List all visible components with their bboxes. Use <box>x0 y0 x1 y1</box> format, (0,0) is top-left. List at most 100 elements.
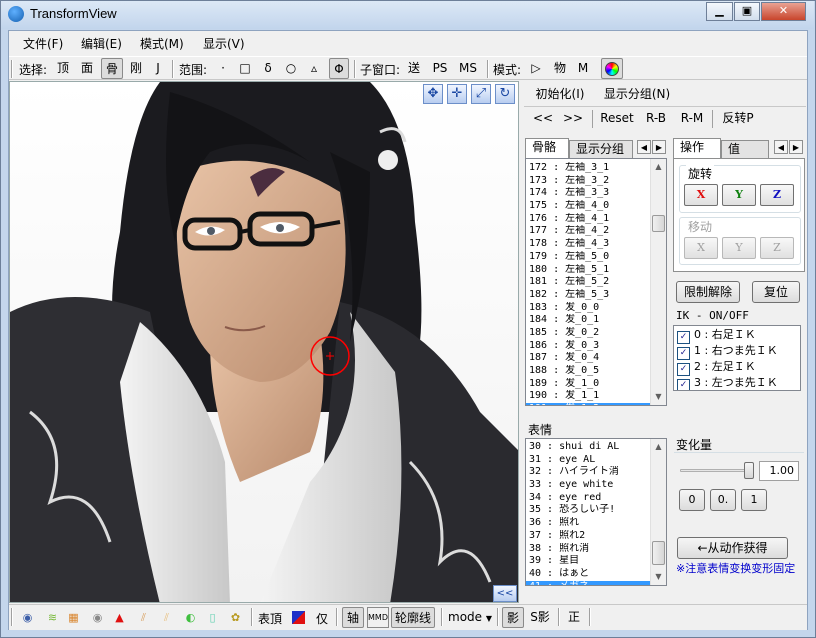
list-item[interactable]: 34 : eye red <box>526 492 650 505</box>
only-toggle[interactable]: 仅 <box>316 610 328 627</box>
expression-list[interactable]: 30 : shui di AL 31 : eye AL 32 : ハイライト消 33 … <box>525 438 667 586</box>
rotate-z-button[interactable]: Z <box>760 184 794 206</box>
list-item[interactable]: 172 : 左袖_3_1 <box>526 162 650 175</box>
menu-mode[interactable]: 模式(M) <box>140 35 184 52</box>
line-icon[interactable]: ⫽ <box>137 611 150 624</box>
list-item[interactable]: 32 : ハイライト消 <box>526 466 650 479</box>
tab-show-group[interactable]: 显示分组 <box>569 140 633 158</box>
select-joint-button[interactable]: J <box>149 58 167 79</box>
range-delta-button[interactable]: δ <box>260 58 276 79</box>
ik-item[interactable]: ✓ 0 : 右足ＩＫ <box>677 327 799 344</box>
next-frame-button[interactable]: >> <box>560 108 586 128</box>
change-amount-input[interactable]: 1.00 <box>759 461 799 481</box>
list-item[interactable]: 38 : 照れ消 <box>526 543 650 556</box>
grass-icon[interactable]: ≋ <box>46 611 59 624</box>
color-mode-icon[interactable] <box>292 611 305 624</box>
point-icon[interactable]: ◉ <box>91 611 104 624</box>
rotate-x-button[interactable]: X <box>684 184 718 206</box>
range-box-button[interactable]: □ <box>237 58 253 79</box>
list-item[interactable]: 179 : 左袖_5_0 <box>526 251 650 264</box>
list-item[interactable]: 31 : eye AL <box>526 454 650 467</box>
list-item[interactable]: 40 : はぁと <box>526 568 650 581</box>
color-wheel-button[interactable] <box>601 58 623 79</box>
invert-button[interactable]: 反转P <box>718 108 758 128</box>
scroll-up-icon[interactable]: ▲ <box>651 439 666 454</box>
scroll-up-icon[interactable]: ▲ <box>651 159 666 174</box>
set-half-button[interactable]: 0. <box>710 489 736 511</box>
range-triangle-button[interactable]: ▵ <box>306 58 322 79</box>
subwindow-ms-button[interactable]: MS <box>456 58 480 79</box>
leaf-icon[interactable]: ✿ <box>229 611 242 624</box>
move-z-button[interactable]: Z <box>760 237 794 259</box>
shadow-toggle[interactable]: 影 <box>502 607 524 628</box>
set-zero-button[interactable]: 0 <box>679 489 705 511</box>
list-item[interactable]: 174 : 左袖_3_3 <box>526 187 650 200</box>
triangle-icon[interactable]: ▲ <box>113 611 126 624</box>
list-item[interactable]: 177 : 左袖_4_2 <box>526 225 650 238</box>
scroll-down-icon[interactable]: ▼ <box>651 389 666 404</box>
capsule-icon[interactable]: ◐ <box>184 611 197 624</box>
subwindow-ps-button[interactable]: PS <box>429 58 451 79</box>
prev-frame-button[interactable]: << <box>530 108 556 128</box>
viewport-nav-button[interactable]: << <box>493 585 517 602</box>
mode-play-button[interactable]: ▷ <box>527 58 545 79</box>
mode-m-button[interactable]: M <box>574 58 592 79</box>
list-item[interactable]: 185 : 发_0_2 <box>526 327 650 340</box>
list-item[interactable]: 184 : 发_0_1 <box>526 314 650 327</box>
subwindow-send-button[interactable]: 送 <box>405 58 423 79</box>
list-item[interactable]: 191 : 发_1_2 <box>526 403 650 405</box>
unlock-limit-button[interactable]: 限制解除 <box>676 281 740 303</box>
range-circle-button[interactable]: ○ <box>283 58 299 79</box>
select-face-button[interactable]: 面 <box>77 58 97 79</box>
select-bone-button[interactable]: 骨 <box>101 58 123 79</box>
list-item[interactable]: 30 : shui di AL <box>526 441 650 454</box>
list-item[interactable]: 35 : 恐ろしい子! <box>526 504 650 517</box>
list-item[interactable]: 33 : eye white <box>526 479 650 492</box>
range-phi-button[interactable]: Φ <box>329 58 349 79</box>
3d-viewport[interactable]: ✥ ✛ ⤢ ↻ << <box>9 81 519 603</box>
select-vertex-button[interactable]: 顶 <box>53 58 73 79</box>
op-tab-scroll-left-icon[interactable]: ◀ <box>774 140 788 154</box>
maximize-button[interactable]: ▣ <box>734 2 760 21</box>
rotate-icon[interactable]: ✛ <box>447 84 467 104</box>
list-item[interactable]: 175 : 左袖_4_0 <box>526 200 650 213</box>
list-item[interactable]: 176 : 左袖_4_1 <box>526 213 650 226</box>
ik-item[interactable]: ✓ 1 : 右つま先ＩＫ <box>677 343 799 360</box>
minimize-button[interactable]: ▁ <box>706 2 733 21</box>
expression-list-scrollbar[interactable]: ▲ ▼ <box>650 439 666 585</box>
shadow-icon[interactable]: ⫽ <box>160 611 173 624</box>
list-item[interactable]: 187 : 发_0_4 <box>526 352 650 365</box>
bone-list[interactable]: 172 : 左袖_3_1 173 : 左袖_3_2 174 : 左袖_3_3 175 … <box>525 158 667 406</box>
tab-operation[interactable]: 操作 <box>673 138 721 158</box>
list-item[interactable]: 39 : 星目 <box>526 555 650 568</box>
move-y-button[interactable]: Y <box>722 237 756 259</box>
list-item[interactable]: 178 : 左袖_4_3 <box>526 238 650 251</box>
scroll-thumb[interactable] <box>652 541 665 565</box>
rb-button[interactable]: R-B <box>641 108 671 128</box>
vertex-mode-icon[interactable]: ◉ <box>21 611 34 624</box>
tab-scroll-right-icon[interactable]: ▶ <box>652 140 666 154</box>
bone-list-scrollbar[interactable]: ▲ ▼ <box>650 159 666 405</box>
ik-list[interactable]: ✓ 0 : 右足ＩＫ ✓ 1 : 右つま先ＩＫ ✓ 2 : 左足ＩＫ ✓ 3 : 左つま先ＩＫ <box>673 325 801 391</box>
get-from-motion-button[interactable]: ←从动作获得 <box>677 537 788 559</box>
physics-icon[interactable]: ▯ <box>206 611 219 624</box>
ik-checkbox[interactable]: ✓ <box>677 379 690 390</box>
list-item[interactable]: 173 : 左袖_3_2 <box>526 175 650 188</box>
scroll-down-icon[interactable]: ▼ <box>651 569 666 584</box>
list-item[interactable]: 189 : 发_1_0 <box>526 378 650 391</box>
list-item[interactable]: 182 : 左袖_5_3 <box>526 289 650 302</box>
list-item[interactable]: 37 : 照れ2 <box>526 530 650 543</box>
op-tab-scroll-right-icon[interactable]: ▶ <box>789 140 803 154</box>
mode-dropdown[interactable]: mode ▼ <box>448 610 492 624</box>
rotate-y-button[interactable]: Y <box>722 184 756 206</box>
reset-button[interactable]: Reset <box>598 108 636 128</box>
change-amount-slider[interactable] <box>744 462 754 479</box>
axis-toggle[interactable]: 轴 <box>342 607 364 628</box>
reset-pose-button[interactable]: 复位 <box>752 281 800 303</box>
list-item[interactable]: 181 : 左袖_5_2 <box>526 276 650 289</box>
tab-scroll-left-icon[interactable]: ◀ <box>637 140 651 154</box>
scroll-thumb[interactable] <box>652 215 665 232</box>
move-icon[interactable]: ✥ <box>423 84 443 104</box>
surface-vertex-toggle[interactable]: 表頂 <box>258 610 282 627</box>
reset-view-icon[interactable]: ↻ <box>495 84 515 104</box>
